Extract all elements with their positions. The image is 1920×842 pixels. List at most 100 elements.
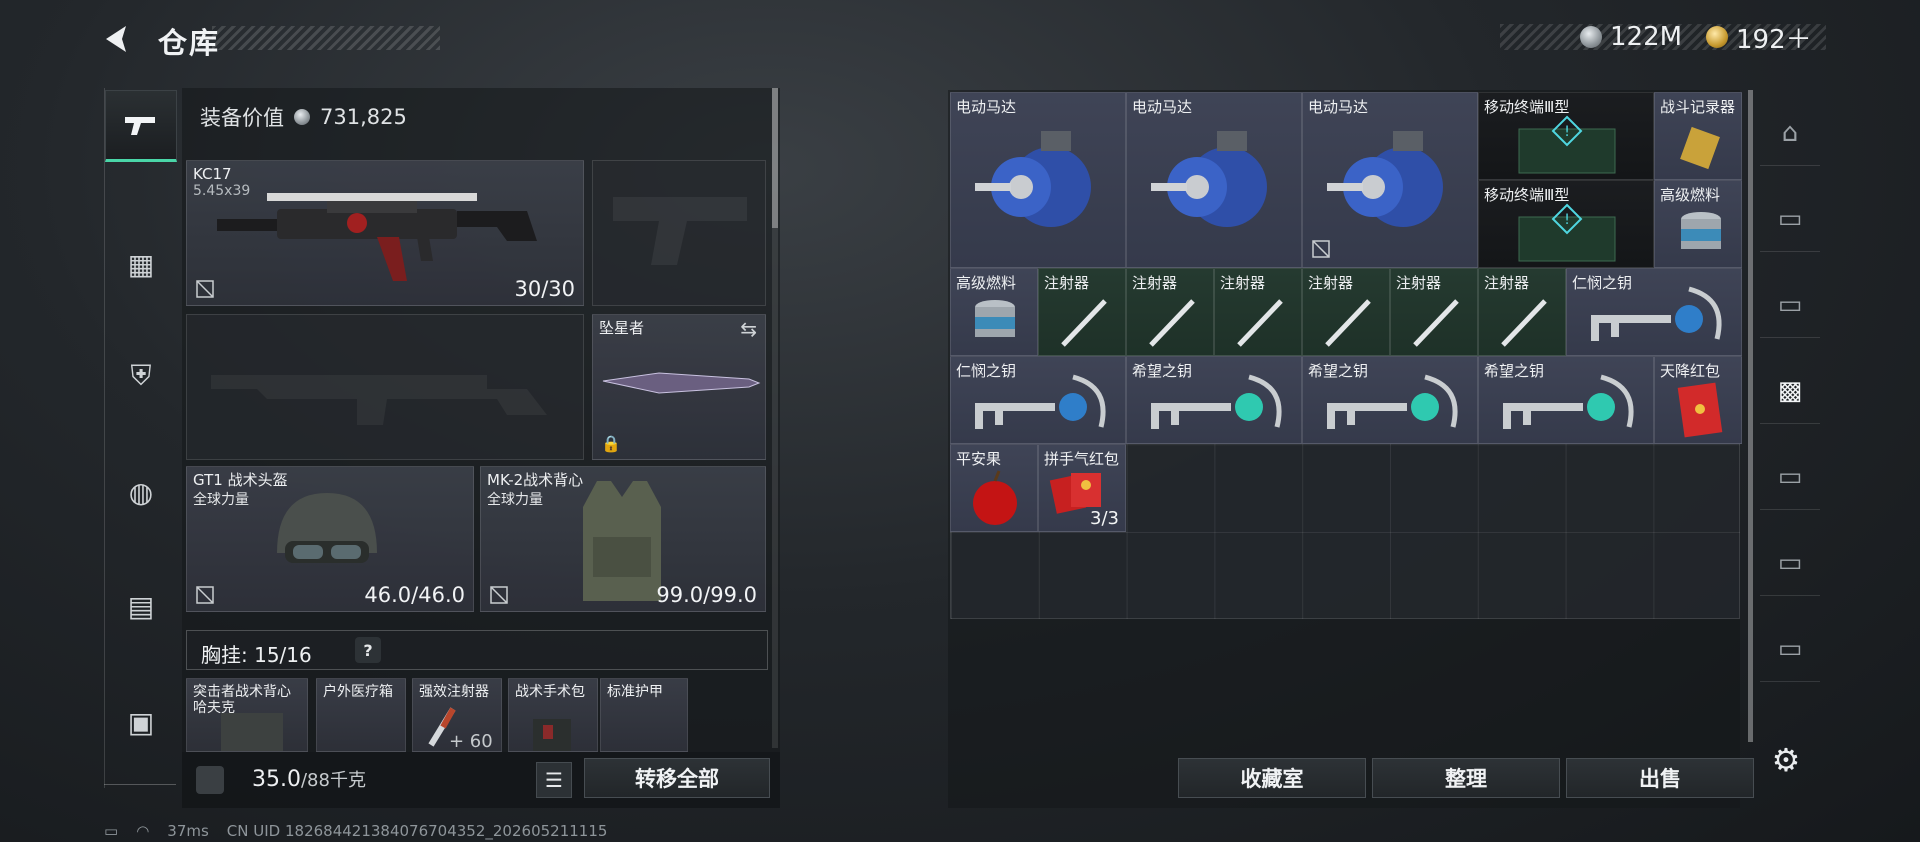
sell-button[interactable]: 出售 [1566, 758, 1754, 798]
apple-icon [973, 470, 1017, 525]
helmet-icon [277, 493, 377, 563]
weapon-ammo: 30/30 [514, 277, 575, 301]
armor-durability: 99.0/99.0 [656, 583, 757, 607]
svg-text:!: ! [1564, 124, 1570, 140]
stash-item[interactable]: 电动马达 [950, 92, 1126, 268]
tab-rig[interactable]: ▦ [105, 228, 177, 300]
back-icon[interactable] [100, 22, 134, 56]
stash-tab-iv-a[interactable]: ▭ [1760, 186, 1820, 252]
lock-icon: 🔒 [601, 434, 621, 453]
stash-item[interactable]: 战斗记录器 [1654, 92, 1742, 180]
stash-item[interactable]: 注射器 [1478, 268, 1566, 356]
help-icon[interactable]: ? [355, 637, 381, 663]
stash-item[interactable]: 移动终端Ⅲ型 ! [1478, 92, 1654, 180]
equipment-icon: ▩ [1777, 375, 1803, 406]
syringe-icon [1325, 299, 1371, 347]
rifle-silhouette-icon [211, 375, 547, 425]
stash-item[interactable]: 高级燃料 [1654, 180, 1742, 268]
rifle-tab-icon: ▭ [1777, 461, 1803, 492]
motor-icon [1151, 131, 1267, 227]
stash-item[interactable]: 天降红包 [1654, 356, 1742, 444]
item-label: 注射器 [1132, 274, 1178, 292]
tab-case[interactable]: ▣ [105, 686, 177, 758]
syringe-icon [1413, 299, 1459, 347]
svg-text:!: ! [1564, 212, 1570, 228]
sort-button[interactable]: 整理 [1372, 758, 1560, 798]
rig-item-name: 强效注射器 [419, 684, 489, 700]
melee-slot[interactable]: 坠星者 ⇆ 🔒 [592, 314, 766, 460]
stash-tab-main[interactable]: ⌂ [1760, 100, 1820, 166]
rig-item-slot[interactable]: 突击者战术背心 哈夫克 [186, 678, 308, 752]
stash-item[interactable]: 注射器 [1390, 268, 1478, 356]
stash-item[interactable]: 希望之钥 [1126, 356, 1302, 444]
rig-item-slot[interactable]: 强效注射器 + 60 [412, 678, 502, 752]
key-icon [975, 374, 1106, 429]
status-bar: ▭ ◠ 37ms CN UID 182684421384076704352_20… [104, 822, 607, 840]
silver-currency[interactable]: 122M [1580, 20, 1682, 54]
item-label: 平安果 [956, 450, 1002, 468]
transfer-all-button[interactable]: 转移全部 [584, 758, 770, 798]
rig-icon: ▦ [127, 247, 155, 281]
recorder-icon [1680, 126, 1720, 170]
chest-rig-header: 胸挂: 15/16 ? [186, 630, 768, 670]
swap-icon[interactable]: ⇆ [740, 317, 757, 341]
secondary-weapon-slot[interactable] [186, 314, 584, 460]
briefcase-icon: ▣ [127, 705, 155, 739]
red-envelope-icon [1677, 382, 1723, 438]
stash-tab-v[interactable]: ▭ [1760, 272, 1820, 338]
stash-item[interactable]: 注射器 [1126, 268, 1214, 356]
helmet-slot[interactable]: GT1 战术头盔 全球力量 46.0/46.0 [186, 466, 474, 612]
no-insure-icon [490, 586, 508, 604]
item-label: 注射器 [1484, 274, 1530, 292]
rifle-icon [217, 193, 537, 281]
case-icon: ▭ [1777, 547, 1803, 578]
page-title: 仓库 [158, 26, 221, 60]
motor-icon [975, 131, 1091, 227]
stash-item[interactable]: 注射器 [1214, 268, 1302, 356]
item-label: 注射器 [1396, 274, 1442, 292]
tab-backpack[interactable]: ◍ [105, 456, 177, 528]
stash-item[interactable]: 希望之钥 [1302, 356, 1478, 444]
stash-tab-iii-a[interactable]: ▭ [1760, 444, 1820, 510]
ping-text: 37ms [167, 822, 209, 840]
rig-item-slot[interactable]: 战术手术包 [508, 678, 598, 752]
tab-container[interactable]: ▤ [105, 570, 177, 642]
stash-tab-iii-b[interactable]: ▭ [1760, 616, 1820, 682]
tab-weapons[interactable] [105, 90, 177, 162]
stash-item[interactable]: 电动马达 [1126, 92, 1302, 268]
armor-slot[interactable]: MK-2战术背心 全球力量 99.0/99.0 [480, 466, 766, 612]
collection-room-button[interactable]: 收藏室 [1178, 758, 1366, 798]
pistol-slot[interactable] [592, 160, 766, 306]
helmet-maker: 全球力量 [193, 492, 249, 508]
key-icon [1591, 286, 1722, 341]
no-insure-icon [196, 586, 214, 604]
rig-item-slot[interactable]: 标准护甲 [600, 678, 688, 752]
gold-currency[interactable]: 192＋ [1706, 20, 1812, 55]
stash-item[interactable]: 注射器 [1302, 268, 1390, 356]
syringe-icon [1501, 299, 1547, 347]
stash-scrollbar[interactable] [1748, 90, 1753, 742]
tab-armor[interactable]: ⛨ [105, 340, 177, 412]
weight-current: 35.0 [252, 767, 301, 792]
settings-gear-icon[interactable]: ⚙ [1766, 740, 1806, 780]
loadout-scroll-thumb[interactable] [772, 88, 778, 228]
stash-item[interactable]: 希望之钥 [1478, 356, 1654, 444]
stash-item[interactable]: 注射器 [1038, 268, 1126, 356]
stash-item[interactable]: 仁悯之钥 [1566, 268, 1742, 356]
list-icon[interactable]: ☰ [536, 762, 572, 798]
stash-tab-iv-b[interactable]: ▭ [1760, 530, 1820, 596]
weight-icon [196, 766, 224, 794]
key-icon [1503, 374, 1634, 429]
rig-item-slot[interactable]: 户外医疗箱 [316, 678, 406, 752]
key-icon [1327, 374, 1458, 429]
stash-item[interactable]: 高级燃料 [950, 268, 1038, 356]
stash-tab-gear[interactable]: ▩ [1760, 358, 1820, 424]
stash-item[interactable]: 平安果 [950, 444, 1038, 532]
primary-weapon-slot[interactable]: KC17 5.45x39 30/30 [186, 160, 584, 306]
stash-item[interactable]: 仁悯之钥 [950, 356, 1126, 444]
stash-item[interactable]: 电动马达 [1302, 92, 1478, 268]
helmet-durability: 46.0/46.0 [364, 583, 465, 607]
wifi-icon: ◠ [136, 822, 150, 840]
stash-item[interactable]: 拼手气红包 3/3 [1038, 444, 1126, 532]
stash-item[interactable]: 移动终端Ⅲ型 ! [1478, 180, 1654, 268]
